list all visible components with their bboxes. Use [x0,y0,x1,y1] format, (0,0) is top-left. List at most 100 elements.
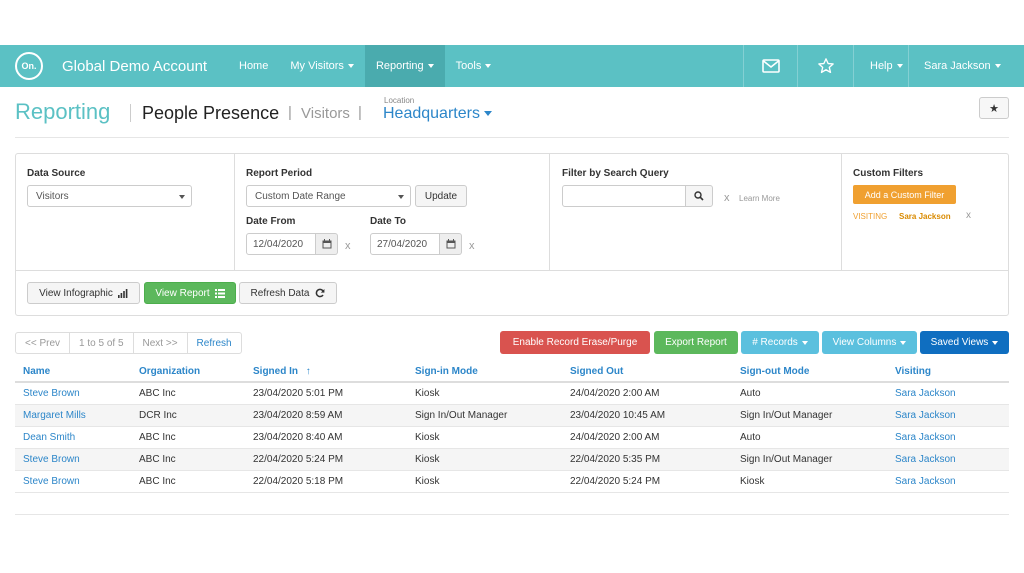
cell-sign-in-mode: Kiosk [415,454,440,465]
cell-visiting[interactable]: Sara Jackson [887,476,1009,487]
cell-signed-out: 24/04/2020 2:00 AM [570,388,660,399]
cell-sign-out-mode: Auto [740,432,761,443]
cell-sign-out-mode: Sign In/Out Manager [740,454,833,465]
location-selector[interactable]: Headquarters [383,105,492,123]
nav-tools-label: Tools [455,60,482,72]
refresh-icon [316,288,325,298]
nav-reporting-label: Reporting [375,60,424,72]
search-filter-label: Filter by Search Query [562,168,669,179]
records-dropdown[interactable]: # Records [741,331,819,354]
cell-visiting[interactable]: Sara Jackson [887,410,1009,421]
caret-down-icon [398,195,404,199]
pagination: << Prev 1 to 5 of 5 Next >> Refresh [15,332,242,354]
location-label: Location [384,96,415,105]
cell-visiting[interactable]: Sara Jackson [887,454,1009,465]
table-row: Steve Brown ABC Inc 22/04/2020 5:18 PM Kios… [15,471,1009,493]
report-title: People Presence [142,103,280,123]
crumb-separator: | [288,104,292,121]
user-name: Sara Jackson [924,60,991,72]
user-menu[interactable]: Sara Jackson [908,45,1024,87]
cell-visiting[interactable]: Sara Jackson [887,388,1009,399]
search-button[interactable] [685,185,713,207]
favorite-button[interactable]: ★ [979,97,1009,119]
prev-page-button[interactable]: << Prev [15,332,71,354]
table-row: Steve Brown ABC Inc 22/04/2020 5:24 PM Kios… [15,449,1009,471]
cell-name[interactable]: Steve Brown [15,476,131,487]
location-value: Headquarters [383,105,480,122]
learn-more-link[interactable]: Learn More [739,194,780,203]
column-header-name[interactable]: Name [15,366,131,377]
breadcrumb-visitors[interactable]: Visitors [301,105,350,122]
calendar-icon[interactable] [316,233,338,255]
caret-down-icon [427,64,434,68]
nav-my-visitors[interactable]: My Visitors [279,45,365,87]
caret-down-icon [485,64,492,68]
refresh-table-button[interactable]: Refresh [186,332,242,354]
cell-signed-in: 23/04/2020 8:59 AM [253,410,343,421]
view-infographic-button[interactable]: View Infographic [27,282,140,304]
next-page-button[interactable]: Next >> [132,332,188,354]
refresh-data-button[interactable]: Refresh Data [239,282,337,304]
clear-date-to-button[interactable]: x [469,240,475,252]
column-header-visiting[interactable]: Visiting [887,366,1009,377]
remove-filter-chip-button[interactable]: x [966,210,971,221]
report-period-select[interactable]: Custom Date Range [246,185,411,207]
crumb-separator: | [358,104,362,121]
table-row: Steve Brown ABC Inc 23/04/2020 5:01 PM Kios… [15,383,1009,405]
column-header-signed-out[interactable]: Signed Out [562,366,732,377]
cell-organization: ABC Inc [139,388,176,399]
calendar-icon[interactable] [440,233,462,255]
saved-views-label: Saved Views [930,337,989,348]
data-source-select[interactable]: Visitors [27,185,192,207]
cell-signed-in: 23/04/2020 8:40 AM [253,432,343,443]
update-button[interactable]: Update [415,185,467,207]
column-header-signed-in[interactable]: Signed In ↑ [245,366,407,377]
search-icon [694,191,704,201]
mail-icon[interactable] [743,45,797,87]
search-input[interactable] [562,185,686,207]
cell-signed-out: 24/04/2020 2:00 AM [570,432,660,443]
nav-help-label: Help [870,60,893,72]
cell-name[interactable]: Steve Brown [15,454,131,465]
saved-views-dropdown[interactable]: Saved Views [920,331,1009,354]
nav-tools[interactable]: Tools [445,45,503,87]
cell-name[interactable]: Dean Smith [15,432,131,443]
clear-date-from-button[interactable]: x [345,240,351,252]
date-to-input[interactable]: 27/04/2020 [370,233,440,255]
view-report-button[interactable]: View Report [144,282,236,304]
data-source-label: Data Source [27,168,86,179]
cell-name[interactable]: Margaret Mills [15,410,131,421]
add-custom-filter-button[interactable]: Add a Custom Filter [853,185,956,204]
nav-home[interactable]: Home [228,45,279,87]
date-to-label: Date To [370,216,406,227]
caret-down-icon [483,111,492,117]
clear-search-button[interactable]: x [724,192,730,204]
custom-filters-label: Custom Filters [853,168,924,179]
table-row: Dean Smith ABC Inc 23/04/2020 8:40 AM Kiosk… [15,427,1009,449]
column-header-organization[interactable]: Organization [131,366,245,377]
nav-home-label: Home [239,60,269,72]
nav-help[interactable]: Help [853,45,908,87]
column-header-sign-in-mode[interactable]: Sign-in Mode [407,366,562,377]
date-from-input[interactable]: 12/04/2020 [246,233,316,255]
account-name[interactable]: Global Demo Account [62,58,228,75]
app-root: On. Global Demo Account Home My Visitors… [0,0,1024,573]
report-period-label: Report Period [246,168,313,179]
column-header-sign-out-mode[interactable]: Sign-out Mode [732,366,887,377]
star-icon[interactable] [797,45,853,87]
enable-erase-button[interactable]: Enable Record Erase/Purge [500,331,650,354]
custom-filters-section: Custom Filters Add a Custom Filter VISIT… [842,154,1008,270]
caret-down-icon [900,340,907,345]
view-columns-dropdown[interactable]: View Columns [822,331,917,354]
data-source-value: Visitors [36,190,69,202]
cell-name[interactable]: Steve Brown [15,388,131,399]
nav-reporting[interactable]: Reporting [364,45,445,87]
export-report-button[interactable]: Export Report [654,331,738,354]
top-navbar: On. Global Demo Account Home My Visitors… [0,45,1024,87]
brand-logo[interactable]: On. [15,52,43,80]
signed-in-header-label: Signed In [253,366,298,377]
cell-signed-out: 22/04/2020 5:24 PM [570,476,661,487]
filter-chip-key: VISITING [853,212,888,221]
view-report-label: View Report [155,287,210,299]
cell-visiting[interactable]: Sara Jackson [887,432,1009,443]
